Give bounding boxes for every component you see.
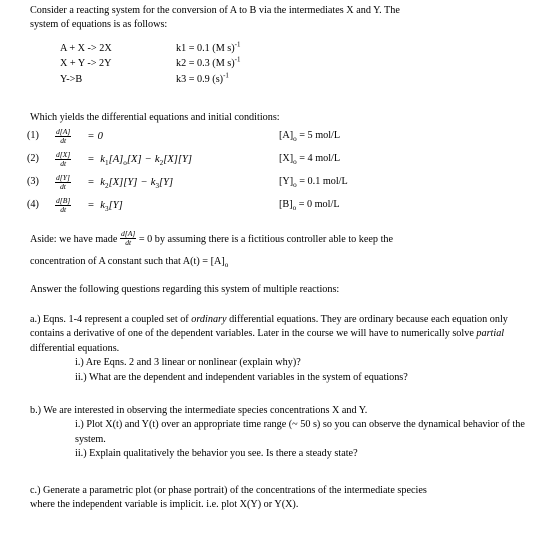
derivative-fraction: d[B] dt <box>55 194 85 217</box>
aside-line-2: concentration of A constant such that A(… <box>30 255 527 269</box>
reaction-table: A + X -> 2X k1 = 0.1 (M s)-1 X + Y -> 2Y… <box>30 42 240 88</box>
ic-subscript: o <box>293 158 297 167</box>
equation-expression: = k3[Y] <box>88 199 123 213</box>
rate-constant: k2 = 0.3 (M s)-1 <box>176 57 240 72</box>
ic-value: = 0 mol/L <box>298 199 340 211</box>
rate-constant-exponent: -1 <box>223 72 229 80</box>
yields-line: Which yields the differential equations … <box>30 111 527 125</box>
question-a-text: a.) Eqns. 1-4 represent a coupled set of… <box>30 313 527 356</box>
reaction-equation: A + X -> 2X <box>60 43 112 54</box>
equation-expression: = k2[X][Y] − k3[Y] <box>88 176 174 190</box>
aside-fraction: d[A] dt <box>119 230 137 247</box>
rate-constant-label: k2 <box>176 58 187 70</box>
yields-text: Which yields the differential equations … <box>30 112 280 123</box>
fraction-denominator: dt <box>125 237 132 247</box>
ic-value: = 0.1 mol/L <box>299 176 348 188</box>
equation-expression: = 0 <box>88 130 103 142</box>
rate-constant-label: k1 <box>176 43 187 54</box>
reaction-equation: Y->B <box>60 73 83 85</box>
question-c-line-1: c.) Generate a parametric plot (or phase… <box>30 485 427 496</box>
question-b-sub-item-i: i.) Plot X(t) and Y(t) over an appropria… <box>75 419 525 445</box>
answer-prompt-text: Answer the following questions regarding… <box>30 284 340 295</box>
derivative-fraction: d[X] dt <box>55 148 85 171</box>
equation-number: (3) <box>27 176 39 188</box>
fraction-denominator: dt <box>60 204 67 214</box>
question-c: c.) Generate a parametric plot (or phase… <box>30 484 533 513</box>
reaction-equation: X + Y -> 2Y <box>60 58 112 70</box>
question-a-sub-item-ii: ii.) What are the dependent and independ… <box>75 371 408 383</box>
rate-constant: k1 = 0.1 (M s)-1 <box>176 42 240 57</box>
fraction: d[A] dt <box>55 127 72 145</box>
question-a-italic-ordinary: ordinary <box>191 314 227 325</box>
question-b-sub-item-ii: ii.) Explain qualitatively the behavior … <box>75 448 358 460</box>
reaction-row: X + Y -> 2Y k2 = 0.3 (M s)-1 <box>30 57 240 72</box>
rate-constant-value: = 0.3 (M s) <box>188 58 235 70</box>
equation-row: (3) d[Y] dt = k2[X][Y] − k3[Y] [Y]o = 0.… <box>26 171 348 194</box>
equation-table: (1) d[A] dt = 0 [A]o = 5 mol/L (2) d[X] … <box>26 125 348 217</box>
rate-constant-exponent: -1 <box>234 41 241 49</box>
ic-species: [Y] <box>279 176 294 188</box>
ic-value: = 4 mol/L <box>299 153 341 165</box>
ic-species: [A] <box>279 130 294 142</box>
initial-condition: [A]o = 5 mol/L <box>277 125 348 148</box>
fraction: d[X] dt <box>55 150 72 168</box>
question-a-part1: a.) Eqns. 1-4 represent a coupled set of <box>30 314 192 325</box>
equation-row: (2) d[X] dt = k1[A]o[X] − k2[X][Y] [X]o … <box>26 148 348 171</box>
intro-paragraph: Consider a reacting system for the conve… <box>30 4 527 33</box>
question-c-line-2: where the independent variable is implic… <box>30 499 299 511</box>
ic-species: [B] <box>279 199 293 211</box>
fraction-denominator: dt <box>60 181 66 191</box>
fraction: d[B] dt <box>55 196 72 214</box>
aside-line2-text: concentration of A constant such that A(… <box>30 255 225 267</box>
question-a: a.) Eqns. 1-4 represent a coupled set of… <box>30 313 527 385</box>
rate-constant-label: k3 <box>176 73 187 85</box>
reaction-row: A + X -> 2X k1 = 0.1 (M s)-1 <box>30 42 240 57</box>
derivative-fraction: d[A] dt <box>55 125 85 148</box>
ic-species: [X] <box>279 153 294 165</box>
fraction-denominator: dt <box>60 135 67 145</box>
initial-condition: [B]o = 0 mol/L <box>277 194 348 217</box>
document-page: Consider a reacting system for the conve… <box>0 0 535 534</box>
reaction-row: Y->B k3 = 0.9 (s)-1 <box>30 73 240 88</box>
ic-subscript: o <box>292 204 297 213</box>
intro-line-2: system of equations is as follows: <box>30 19 168 31</box>
equation-number: (1) <box>27 130 39 142</box>
initial-condition: [X]o = 4 mol/L <box>277 148 348 171</box>
answer-prompt: Answer the following questions regarding… <box>30 283 527 297</box>
equation-right-side: = k1[A]o[X] − k2[X][Y] <box>85 148 277 171</box>
aside-prefix: Aside: we have made <box>30 233 120 245</box>
ic-subscript: o <box>293 181 297 190</box>
equation-right-side: = 0 <box>85 125 277 148</box>
fraction: d[Y] dt <box>55 173 71 191</box>
equation-right-side: = k3[Y] <box>85 194 277 217</box>
aside-line-1: Aside: we have made d[A] dt = 0 by assumi… <box>30 230 527 248</box>
equation-row: (1) d[A] dt = 0 [A]o = 5 mol/L <box>26 125 348 148</box>
rate-constant-value: = 0.9 (s) <box>188 73 224 85</box>
equation-row: (4) d[B] dt = k3[Y] [B]o = 0 mol/L <box>26 194 348 217</box>
equation-number: (4) <box>27 199 39 211</box>
equation-right-side: = k2[X][Y] − k3[Y] <box>85 171 277 194</box>
question-a-italic-partial: partial <box>476 328 505 340</box>
rate-constant-exponent: -1 <box>234 57 241 65</box>
ic-value: = 5 mol/L <box>299 130 341 142</box>
rate-constant: k3 = 0.9 (s)-1 <box>176 73 240 88</box>
intro-line-1: Consider a reacting system for the conve… <box>30 5 400 16</box>
aside-middle: = 0 by assuming there is a fictitious co… <box>136 233 394 245</box>
fraction-denominator: dt <box>60 158 67 168</box>
initial-condition: [Y]o = 0.1 mol/L <box>277 171 348 194</box>
rate-constant-value: = 0.1 (M s) <box>188 43 235 54</box>
reaction-scheme: A + X -> 2X k1 = 0.1 (M s)-1 X + Y -> 2Y… <box>30 42 527 88</box>
differential-equations-block: (1) d[A] dt = 0 [A]o = 5 mol/L (2) d[X] … <box>26 125 527 217</box>
aside-paragraph: Aside: we have made d[A] dt = 0 by assumi… <box>30 230 527 269</box>
question-a-sub-item-i: i.) Are Eqns. 2 and 3 linear or nonlinea… <box>75 357 301 369</box>
aside-subscript: o <box>224 260 229 269</box>
derivative-fraction: d[Y] dt <box>55 171 85 194</box>
equation-expression: = k1[A]o[X] − k2[X][Y] <box>88 153 193 167</box>
question-a-part3: differential equations. <box>30 342 120 354</box>
question-b-text: b.) We are interested in observing the i… <box>30 405 368 416</box>
question-b: b.) We are interested in observing the i… <box>30 404 527 462</box>
equation-number: (2) <box>27 153 39 165</box>
ic-subscript: o <box>293 135 297 144</box>
